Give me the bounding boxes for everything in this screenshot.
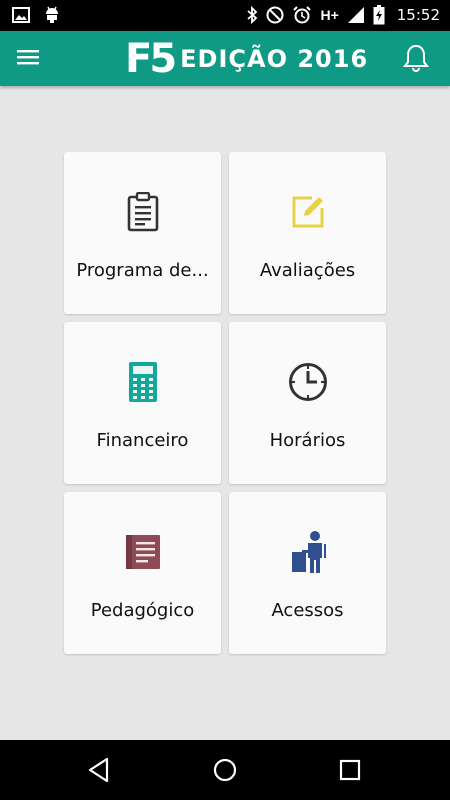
status-bar: H+ 15:52 xyxy=(0,0,450,31)
navigation-bar xyxy=(0,740,450,800)
app-logo: F5 EDIÇÃO 2016 xyxy=(125,37,368,81)
book-icon xyxy=(123,530,163,574)
logo-mark: F5 xyxy=(125,36,177,82)
image-icon xyxy=(12,7,30,23)
bell-icon xyxy=(402,43,430,73)
bluetooth-icon xyxy=(246,6,258,24)
status-right: H+ 15:52 xyxy=(246,5,440,25)
tile-financeiro[interactable]: Financeiro xyxy=(64,322,221,484)
back-icon xyxy=(87,757,111,783)
alarm-icon xyxy=(292,6,312,24)
battery-charging-icon xyxy=(373,5,385,25)
status-time: 15:52 xyxy=(396,6,440,24)
calculator-icon xyxy=(123,360,163,404)
android-icon xyxy=(44,6,60,24)
back-button[interactable] xyxy=(82,754,116,786)
tile-label: Acessos xyxy=(271,600,344,621)
tile-acessos[interactable]: Acessos xyxy=(229,492,386,654)
tile-horarios[interactable]: Horários xyxy=(229,322,386,484)
home-icon xyxy=(212,757,238,783)
clock-icon xyxy=(288,360,328,404)
tile-label: Programa de... xyxy=(76,260,209,281)
edit-icon xyxy=(288,190,328,234)
tile-pedagogico[interactable]: Pedagógico xyxy=(64,492,221,654)
app-bar: F5 EDIÇÃO 2016 xyxy=(0,31,450,86)
app-title: EDIÇÃO 2016 xyxy=(180,45,369,73)
network-type: H+ xyxy=(320,7,339,23)
person-desk-icon xyxy=(288,530,328,574)
tile-label: Avaliações xyxy=(259,260,356,281)
recents-icon xyxy=(339,759,361,781)
tile-label: Pedagógico xyxy=(90,600,195,621)
tile-programa[interactable]: Programa de... xyxy=(64,152,221,314)
status-left xyxy=(12,6,60,24)
menu-grid: Programa de... Avaliações Financeiro Hor… xyxy=(64,152,386,654)
home-button[interactable] xyxy=(208,754,242,786)
menu-icon xyxy=(16,45,40,69)
tile-label: Horários xyxy=(269,430,346,451)
clipboard-icon xyxy=(123,190,163,234)
notifications-button[interactable] xyxy=(402,43,432,75)
tile-label: Financeiro xyxy=(96,430,189,451)
menu-button[interactable] xyxy=(16,45,46,73)
signal-icon xyxy=(347,6,365,24)
recents-button[interactable] xyxy=(333,754,367,786)
tile-avaliacoes[interactable]: Avaliações xyxy=(229,152,386,314)
do-not-disturb-icon xyxy=(266,6,284,24)
